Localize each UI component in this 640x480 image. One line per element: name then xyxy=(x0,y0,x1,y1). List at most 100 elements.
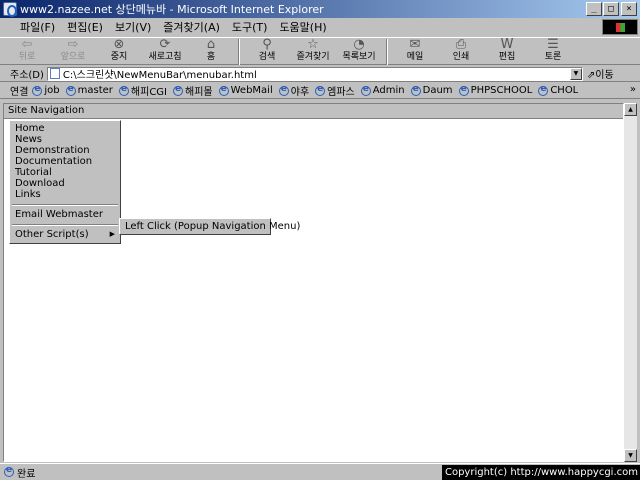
toolbar-button-0[interactable]: ⇦ 뒤로 xyxy=(4,38,50,66)
menu-view[interactable]: 보기(V) xyxy=(109,19,157,35)
toolbar-button-label: 목록보기 xyxy=(342,52,376,62)
toolbar-button-label: 중지 xyxy=(110,52,128,62)
toolbar-button-label: 토론 xyxy=(544,52,562,62)
scroll-down-icon[interactable]: ▼ xyxy=(624,449,637,462)
link-label: Daum xyxy=(422,85,453,96)
toolbar-button-1[interactable]: ⇨ 앞으로 xyxy=(50,38,96,66)
menu-favorites[interactable]: 즐겨찾기(A) xyxy=(157,19,226,35)
toolbar-button-label: 새로고침 xyxy=(148,52,182,62)
status-text: 완료 xyxy=(17,468,36,480)
link-item[interactable]: master xyxy=(65,84,113,96)
vertical-scrollbar[interactable]: ▲ ▼ xyxy=(624,103,637,462)
menu-divider xyxy=(12,224,118,226)
copyright-overlay: Copyright(c) http://www.happycgi.com xyxy=(441,465,640,480)
history-icon: ◔ xyxy=(353,37,365,52)
toolbar-button-5[interactable]: ⚲ 검색 xyxy=(244,38,290,66)
link-label: master xyxy=(77,85,113,96)
toolbar-button-label: 앞으로 xyxy=(60,52,86,62)
link-label: 엠파스 xyxy=(327,87,355,98)
link-label: CHOL xyxy=(550,85,579,96)
link-label: 해피CGI xyxy=(130,87,168,98)
menu-help[interactable]: 도움말(H) xyxy=(273,19,332,35)
window-controls: _ □ × xyxy=(585,2,637,16)
toolbar-button-label: 홈 xyxy=(206,52,216,62)
link-label: 야후 xyxy=(290,87,310,98)
link-item[interactable]: 엠파스 xyxy=(315,83,355,98)
menu-tools[interactable]: 도구(T) xyxy=(226,19,274,35)
nav-item-demonstration[interactable]: Demonstration xyxy=(10,145,120,156)
nav-item-other-scripts[interactable]: Other Script(s) ▶ xyxy=(10,229,120,240)
ie-app-icon[interactable] xyxy=(3,2,17,17)
ie-link-icon xyxy=(278,84,289,96)
link-item[interactable]: PHPSCHOOL xyxy=(458,84,533,96)
link-item[interactable]: CHOL xyxy=(538,84,579,96)
ie-link-icon xyxy=(360,84,371,96)
edit-icon: W xyxy=(500,37,514,52)
discuss-icon: ☰ xyxy=(547,37,559,52)
nav-item-other-scripts-label: Other Script(s) xyxy=(15,229,89,240)
nav-item-documentation[interactable]: Documentation xyxy=(10,156,120,167)
nav-item-links[interactable]: Links xyxy=(10,189,120,200)
nav-item-download[interactable]: Download xyxy=(10,178,120,189)
ie-status-icon xyxy=(4,465,14,477)
stop-icon: ⊗ xyxy=(113,37,125,52)
link-label: 해피몰 xyxy=(185,87,213,98)
link-label: WebMail xyxy=(230,85,273,96)
link-item[interactable]: 야후 xyxy=(278,83,310,98)
address-dropdown-button[interactable]: ▼ xyxy=(569,67,582,80)
toolbar-button-label: 뒤로 xyxy=(18,52,36,62)
link-item[interactable]: job xyxy=(32,84,60,96)
toolbar-separator xyxy=(386,39,388,65)
maximize-button[interactable]: □ xyxy=(603,2,619,16)
toolbar-button-10[interactable]: W 편집 xyxy=(484,38,530,66)
ie-link-icon xyxy=(538,84,549,96)
link-item[interactable]: 해피CGI xyxy=(118,83,168,98)
link-label: PHPSCHOOL xyxy=(470,85,533,96)
address-label: 주소(D) xyxy=(10,70,44,81)
link-item[interactable]: 해피몰 xyxy=(173,83,213,98)
menu-file[interactable]: 파일(F) xyxy=(14,19,61,35)
nav-item-tutorial[interactable]: Tutorial xyxy=(10,167,120,178)
scroll-up-icon[interactable]: ▲ xyxy=(624,103,637,116)
address-value[interactable]: C:\스크린샷\NewMenuBar\menubar.html xyxy=(63,66,257,81)
toolbar-button-7[interactable]: ◔ 목록보기 xyxy=(336,38,382,66)
close-button[interactable]: × xyxy=(621,2,637,16)
windows-logo-icon xyxy=(602,19,638,35)
toolbar-button-3[interactable]: ⟳ 새로고침 xyxy=(142,38,188,66)
toolbar-button-8[interactable]: ✉ 메일 xyxy=(392,38,438,66)
toolbar-button-6[interactable]: ☆ 즐겨찾기 xyxy=(290,38,336,66)
other-scripts-submenu: Left Click (Popup Navigation Menu) xyxy=(119,218,300,235)
page-icon xyxy=(49,68,60,79)
toolbar-button-label: 인쇄 xyxy=(452,52,470,62)
minimize-button[interactable]: _ xyxy=(586,2,602,16)
link-item[interactable]: WebMail xyxy=(218,84,273,96)
link-item[interactable]: Daum xyxy=(410,84,453,96)
toolbar-button-label: 검색 xyxy=(258,52,276,62)
title-bar: www2.nazee.net 상단메뉴바 - Microsoft Interne… xyxy=(0,0,640,18)
toolbar-button-9[interactable]: ⎙ 인쇄 xyxy=(438,38,484,66)
ie-link-icon xyxy=(315,84,326,96)
mail-icon: ✉ xyxy=(409,37,421,52)
favorites-icon: ☆ xyxy=(307,37,319,52)
toolbar-button-4[interactable]: ⌂ 홈 xyxy=(188,38,234,66)
site-navigation-menu: Home News Demonstration Documentation Tu… xyxy=(9,120,121,244)
nav-item-news[interactable]: News xyxy=(10,134,120,145)
submenu-arrow-icon: ▶ xyxy=(109,230,115,238)
link-item[interactable]: Admin xyxy=(360,84,405,96)
link-label: job xyxy=(44,85,60,96)
address-input[interactable]: C:\스크린샷\NewMenuBar\menubar.html ▼ xyxy=(46,66,583,81)
ie-link-icon xyxy=(173,84,184,96)
home-icon: ⌂ xyxy=(206,37,216,52)
site-navigation-bar[interactable]: Site Navigation xyxy=(4,104,623,119)
toolbar-button-label: 즐겨찾기 xyxy=(296,52,330,62)
toolbar-button-2[interactable]: ⊗ 중지 xyxy=(96,38,142,66)
nav-item-email-webmaster[interactable]: Email Webmaster xyxy=(10,209,120,220)
toolbar-button-11[interactable]: ☰ 토론 xyxy=(530,38,576,66)
nav-item-home[interactable]: Home xyxy=(10,123,120,134)
submenu-item-left-click[interactable]: Left Click (Popup Navigation Menu) xyxy=(120,221,300,232)
menu-edit[interactable]: 편집(E) xyxy=(61,19,109,35)
go-button[interactable]: ⇗이동 xyxy=(587,66,614,81)
window-title: www2.nazee.net 상단메뉴바 - Microsoft Interne… xyxy=(20,3,324,16)
back-arrow-icon: ⇦ xyxy=(21,37,33,52)
links-more-chevron-icon[interactable]: » xyxy=(630,84,636,95)
